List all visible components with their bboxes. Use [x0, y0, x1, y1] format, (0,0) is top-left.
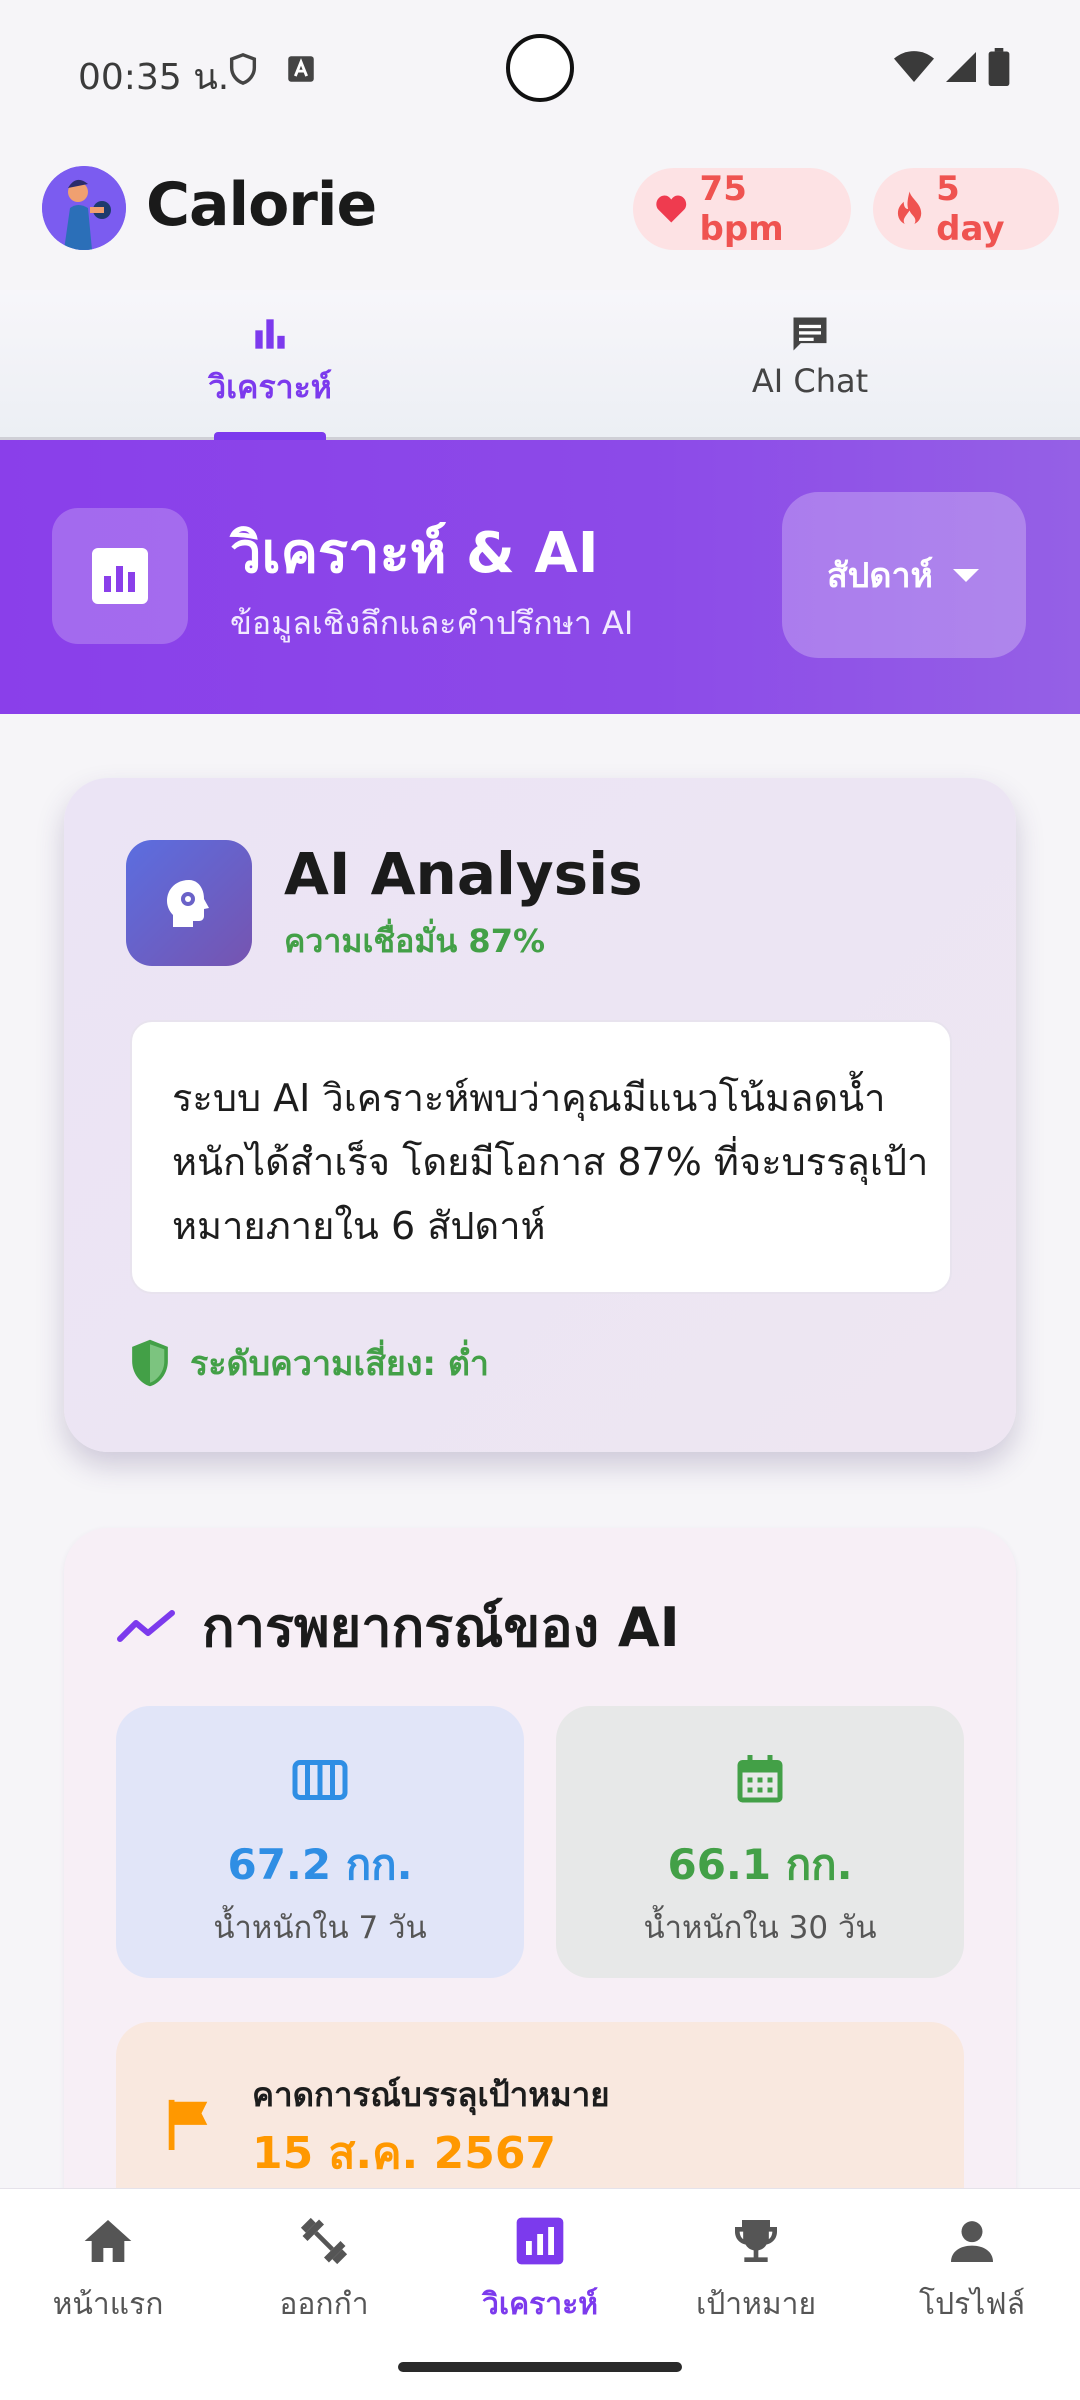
shield-icon — [229, 53, 257, 85]
analysis-summary-box: ระบบ AI วิเคราะห์พบว่าคุณมีแนวโน้มลดน้ำห… — [130, 1020, 952, 1294]
nav-goals-label: เป้าหมาย — [695, 2287, 817, 2322]
camera-cutout — [506, 34, 574, 102]
chat-icon — [793, 317, 827, 351]
person-icon — [951, 2221, 993, 2262]
analytics-icon — [516, 2217, 564, 2265]
prediction-30-day: 66.1 กก. น้ำหนักใน 30 วัน — [556, 1706, 964, 1978]
psychology-icon — [167, 880, 209, 927]
analysis-title: AI Analysis — [284, 840, 643, 908]
nav-workout[interactable]: ออกกำ — [216, 2189, 432, 2349]
nav-analysis[interactable]: วิเคราะห์ — [432, 2189, 648, 2349]
nav-analysis-label: วิเคราะห์ — [481, 2287, 598, 2322]
heart-rate-value: 75 bpm — [699, 169, 784, 249]
weight-7-day-label: น้ำหนักใน 7 วัน — [213, 1910, 427, 1946]
flag-icon — [168, 2099, 208, 2150]
nav-goals[interactable]: เป้าหมาย — [648, 2189, 864, 2349]
risk-label: ระดับความเสี่ยง: ต่ำ — [190, 1344, 490, 1384]
nav-home[interactable]: หน้าแรก — [0, 2189, 216, 2349]
trend-icon — [117, 1610, 175, 1642]
fire-icon — [897, 191, 922, 227]
goal-date: 15 ส.ค. 2567 — [252, 2128, 557, 2179]
prediction-header: การพยากรณ์ของ AI — [116, 1584, 680, 1670]
status-bar: 00:35 น. — [0, 0, 1080, 140]
a-badge-icon — [288, 56, 314, 82]
app-title: Calorie — [146, 170, 377, 240]
scale-icon — [292, 1760, 348, 1800]
app-logo — [42, 166, 126, 250]
weight-30-day-value: 66.1 กก. — [667, 1840, 853, 1889]
prediction-title: การพยากรณ์ของ AI — [202, 1596, 680, 1659]
analysis-banner: วิเคราะห์ & AI ข้อมูลเชิงลึกและคำปรึกษา … — [0, 440, 1080, 714]
status-time: 00:35 น. — [78, 57, 230, 98]
analysis-icon-box — [126, 840, 252, 966]
period-value: สัปดาห์ — [827, 556, 933, 596]
nav-profile-label: โปรไฟล์ — [919, 2287, 1025, 2322]
prediction-7-day: 67.2 กก. น้ำหนักใน 7 วัน — [116, 1706, 524, 1978]
nav-home-label: หน้าแรก — [52, 2287, 164, 2322]
tab-ai-chat[interactable]: AI Chat — [540, 290, 1080, 440]
goal-label: คาดการณ์บรรลุเป้าหมาย — [252, 2075, 610, 2114]
banner-subtitle: ข้อมูลเชิงลึกและคำปรึกษา AI — [230, 604, 634, 642]
ai-analysis-card: AI Analysis ความเชื่อมั่น 87% ระบบ AI วิ… — [64, 778, 1016, 1452]
trophy-icon — [735, 2220, 777, 2262]
nav-workout-label: ออกกำ — [279, 2287, 369, 2322]
confidence-text: ความเชื่อมั่น 87% — [284, 922, 546, 960]
top-tabs: วิเคราะห์ AI Chat — [0, 290, 1080, 440]
tab-analysis-label: วิเคราะห์ — [208, 368, 332, 406]
analysis-summary: ระบบ AI วิเคราะห์พบว่าคุณมีแนวโน้มลดน้ำห… — [172, 1076, 929, 1248]
weight-7-day-value: 67.2 กก. — [227, 1840, 413, 1889]
tab-indicator — [214, 432, 326, 440]
period-dropdown[interactable]: สัปดาห์ — [782, 492, 1026, 658]
dumbbell-icon — [300, 2217, 348, 2265]
home-indicator[interactable] — [398, 2362, 682, 2372]
nav-profile[interactable]: โปรไฟล์ — [864, 2189, 1080, 2349]
analytics-icon — [92, 548, 148, 604]
status-indicators — [894, 48, 1010, 86]
signal-icon — [946, 52, 976, 82]
heart-icon — [656, 195, 687, 223]
weight-30-day-label: น้ำหนักใน 30 วัน — [643, 1910, 877, 1946]
bar-chart-icon — [255, 319, 285, 349]
heart-rate-badge[interactable]: 75 bpm — [633, 168, 851, 250]
streak-value: 5 day — [936, 169, 1005, 249]
banner-title: วิเคราะห์ & AI — [230, 521, 599, 586]
home-icon — [84, 2220, 132, 2262]
battery-icon — [988, 48, 1010, 86]
tab-analysis[interactable]: วิเคราะห์ — [0, 290, 540, 440]
app-header: Calorie 75 bpm 5 day — [0, 150, 1080, 270]
streak-badge[interactable]: 5 day — [873, 168, 1059, 250]
shield-check-icon — [132, 1339, 168, 1387]
calendar-icon — [737, 1755, 783, 1803]
banner-icon-box — [52, 508, 188, 644]
chevron-down-icon — [952, 569, 979, 582]
tab-ai-chat-label: AI Chat — [751, 362, 869, 400]
risk-level: ระดับความเสี่ยง: ต่ำ — [128, 1336, 489, 1390]
wifi-icon — [894, 51, 934, 82]
